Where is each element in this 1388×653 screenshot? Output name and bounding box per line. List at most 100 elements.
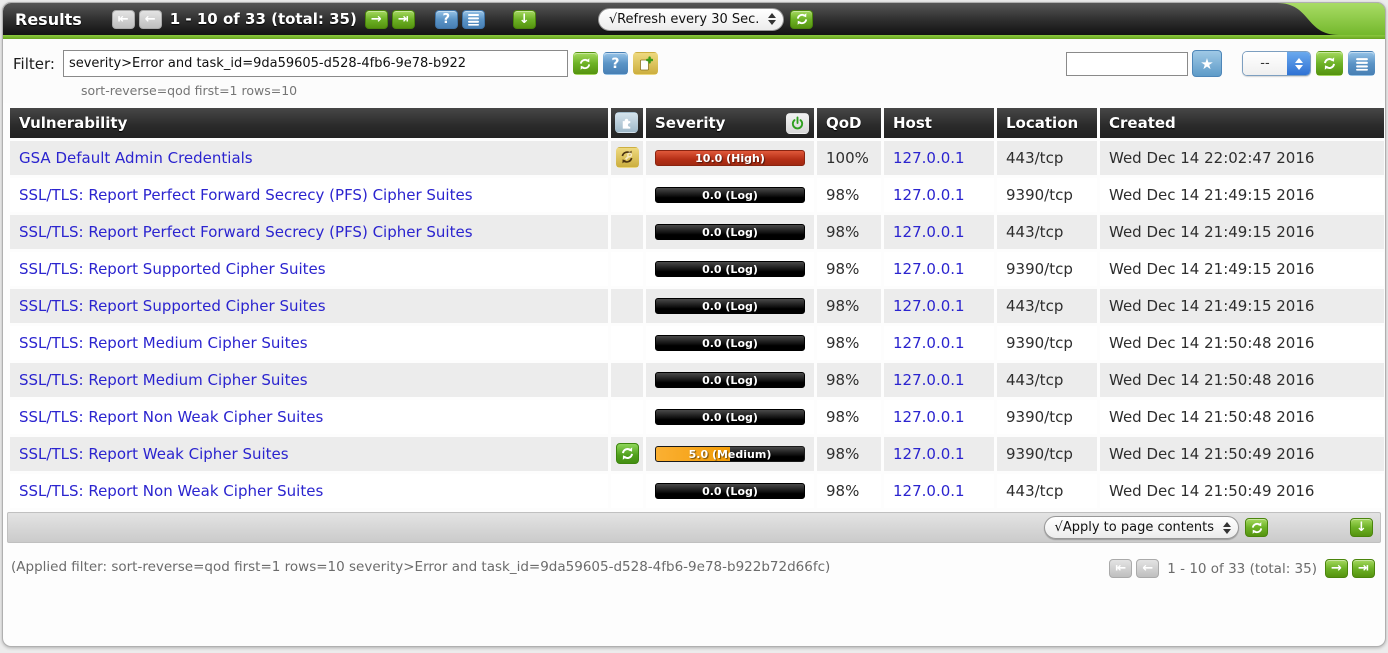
host-link[interactable]: 127.0.0.1 [893, 186, 965, 204]
refresh-icon [795, 12, 809, 26]
table-footer-bar: √Apply to page contents ↓ [7, 512, 1381, 543]
saved-filter-value: -- [1243, 52, 1287, 75]
severity-bar: 0.0 (Log) [655, 409, 805, 425]
location-value: 9390/tcp [997, 178, 1097, 212]
host-link[interactable]: 127.0.0.1 [893, 482, 965, 500]
location-value: 443/tcp [997, 289, 1097, 323]
last-page-button[interactable]: ⇥ [1352, 559, 1375, 578]
host-link[interactable]: 127.0.0.1 [893, 445, 965, 463]
refresh-interval-value: √Refresh every 30 Sec. [609, 12, 760, 27]
next-page-button[interactable]: → [365, 10, 388, 29]
severity-bar: 0.0 (Log) [655, 261, 805, 277]
result-link[interactable]: SSL/TLS: Report Perfect Forward Secrecy … [19, 223, 473, 241]
star-icon: ★ [1200, 55, 1213, 73]
select-arrows-icon [1223, 522, 1231, 534]
result-link[interactable]: GSA Default Admin Credentials [19, 149, 253, 167]
qod-value: 98% [817, 252, 881, 286]
refresh-interval-select[interactable]: √Refresh every 30 Sec. [598, 8, 785, 31]
qod-value: 98% [817, 400, 881, 434]
column-header-solution-type[interactable] [611, 108, 643, 138]
applied-filter-text: (Applied filter: sort-reverse=qod first=… [11, 559, 830, 575]
severity-bar: 0.0 (Log) [655, 335, 805, 351]
result-link[interactable]: SSL/TLS: Report Supported Cipher Suites [19, 260, 326, 278]
host-link[interactable]: 127.0.0.1 [893, 260, 965, 278]
host-link[interactable]: 127.0.0.1 [893, 334, 965, 352]
saved-filter-select[interactable]: -- [1242, 51, 1311, 76]
result-link[interactable]: SSL/TLS: Report Perfect Forward Secrecy … [19, 186, 473, 204]
filter-extra-terms: sort-reverse=qod first=1 rows=10 [81, 83, 1377, 98]
qod-value: 98% [817, 178, 881, 212]
result-link[interactable]: SSL/TLS: Report Non Weak Cipher Suites [19, 408, 323, 426]
update-filter-button[interactable] [573, 52, 598, 75]
save-filter-name-input[interactable] [1066, 52, 1188, 76]
host-link[interactable]: 127.0.0.1 [893, 408, 965, 426]
column-header-severity[interactable]: Severity [646, 108, 814, 138]
column-header-qod[interactable]: QoD [817, 108, 881, 138]
download-button[interactable]: ↓ [1350, 518, 1373, 537]
bookmark-filter-button[interactable]: ★ [1192, 50, 1222, 77]
apply-to-value: √Apply to page contents [1055, 520, 1214, 535]
severity-bar: 0.0 (Log) [655, 298, 805, 314]
table-row: SSL/TLS: Report Supported Cipher Suites … [10, 252, 1384, 286]
qod-value: 98% [817, 474, 881, 508]
chevron-updown-icon [1287, 52, 1310, 75]
refresh-now-button[interactable] [790, 10, 813, 29]
result-link[interactable]: SSL/TLS: Report Weak Cipher Suites [19, 445, 289, 463]
download-button[interactable]: ↓ [513, 10, 536, 29]
result-link[interactable]: SSL/TLS: Report Supported Cipher Suites [19, 297, 326, 315]
created-value: Wed Dec 14 22:02:47 2016 [1100, 141, 1384, 175]
pagination-label: 1 - 10 of 33 (total: 35) [170, 10, 357, 28]
result-link[interactable]: SSL/TLS: Report Medium Cipher Suites [19, 334, 308, 352]
help-button[interactable]: ? [435, 10, 458, 29]
workaround-icon [616, 147, 639, 168]
column-header-vulnerability[interactable]: Vulnerability [10, 108, 608, 138]
page-footer: (Applied filter: sort-reverse=qod first=… [3, 543, 1385, 578]
host-link[interactable]: 127.0.0.1 [893, 297, 965, 315]
results-window: Results ⇤ ← 1 - 10 of 33 (total: 35) → ⇥… [2, 2, 1386, 647]
first-page-button[interactable]: ⇤ [1109, 559, 1132, 578]
column-header-created[interactable]: Created [1100, 108, 1384, 138]
column-header-host[interactable]: Host [884, 108, 994, 138]
location-value: 443/tcp [997, 474, 1097, 508]
table-row: SSL/TLS: Report Perfect Forward Secrecy … [10, 178, 1384, 212]
qod-value: 98% [817, 437, 881, 471]
host-link[interactable]: 127.0.0.1 [893, 149, 965, 167]
filter-help-button[interactable]: ? [603, 52, 628, 75]
filter-label: Filter: [13, 55, 55, 73]
host-link[interactable]: 127.0.0.1 [893, 223, 965, 241]
severity-bar: 5.0 (Medium) [655, 446, 805, 462]
new-filter-button[interactable] [633, 52, 658, 75]
refresh-icon [578, 57, 592, 71]
select-arrows-icon [768, 13, 776, 25]
result-link[interactable]: SSL/TLS: Report Medium Cipher Suites [19, 371, 308, 389]
first-page-button[interactable]: ⇤ [112, 10, 135, 29]
previous-page-button[interactable]: ← [139, 10, 162, 29]
table-row: SSL/TLS: Report Non Weak Cipher Suites 0… [10, 474, 1384, 508]
apply-to-select[interactable]: √Apply to page contents [1044, 516, 1239, 539]
apply-refresh-button[interactable] [1245, 518, 1268, 537]
filter-bar: Filter: ? sort-reverse=qod first=1 rows=… [3, 39, 1385, 103]
created-value: Wed Dec 14 21:50:49 2016 [1100, 474, 1384, 508]
table-row: SSL/TLS: Report Perfect Forward Secrecy … [10, 215, 1384, 249]
apply-saved-filter-button[interactable] [1316, 51, 1343, 76]
table-row: GSA Default Admin Credentials 10.0 (High… [10, 141, 1384, 175]
location-value: 443/tcp [997, 215, 1097, 249]
filters-list-button[interactable] [1348, 51, 1375, 76]
host-link[interactable]: 127.0.0.1 [893, 371, 965, 389]
list-view-button[interactable] [462, 10, 485, 29]
last-page-button[interactable]: ⇥ [392, 10, 415, 29]
qod-value: 98% [817, 215, 881, 249]
column-header-location[interactable]: Location [997, 108, 1097, 138]
next-page-button[interactable]: → [1325, 559, 1348, 578]
puzzle-icon [619, 115, 634, 130]
filter-input[interactable] [63, 50, 568, 77]
page-title: Results [15, 10, 82, 29]
result-link[interactable]: SSL/TLS: Report Non Weak Cipher Suites [19, 482, 323, 500]
refresh-icon [1322, 56, 1337, 71]
results-table: Vulnerability Severity QoD Host Location… [7, 105, 1386, 511]
previous-page-button[interactable]: ← [1136, 559, 1159, 578]
mitigate-icon [616, 443, 639, 464]
location-value: 9390/tcp [997, 252, 1097, 286]
overrides-toggle-button[interactable] [786, 113, 809, 134]
severity-bar: 0.0 (Log) [655, 224, 805, 240]
